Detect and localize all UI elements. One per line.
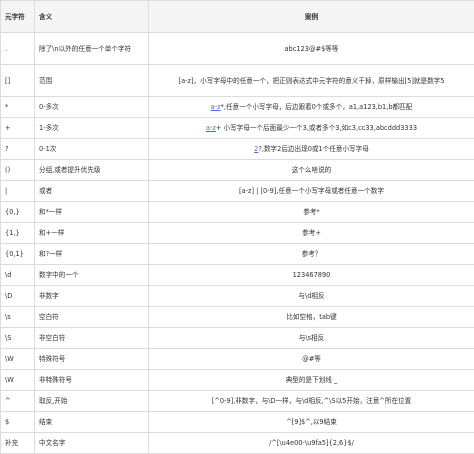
table-row: $结束^[9]$^,以9结束 — [1, 412, 474, 433]
cell-symbol: ^ — [1, 391, 35, 412]
table-row: ^取反,开始[^0-9],非数字，与\D一样，与\d相反,^\S以5开始，注意^… — [1, 391, 474, 412]
cell-symbol: \D — [1, 286, 35, 307]
cell-meaning: 取反,开始 — [35, 391, 149, 412]
cell-meaning: 和?一样 — [35, 244, 149, 265]
table-row: \S非空白符与\s相反 — [1, 328, 474, 349]
cell-symbol: 补充 — [1, 433, 35, 454]
table-row: \s空白符比如空格，tab键 — [1, 307, 474, 328]
table-row: |或者[a-z] | [0-9],任意一个小写字母或者任意一个数字 — [1, 181, 474, 202]
cell-meaning: 范围 — [35, 65, 149, 97]
table-row: \W特殊符号@#等 — [1, 349, 474, 370]
cell-example: [a-z] | [0-9],任意一个小写字母或者任意一个数字 — [149, 181, 474, 202]
cell-meaning: 0-1次 — [35, 139, 149, 160]
cell-meaning: 非数字 — [35, 286, 149, 307]
table-row: 补充中文名字/^[\u4e00-\u9fa5]{2,6}$/ — [1, 433, 474, 454]
example-highlight: a-z — [211, 103, 221, 111]
table-row: ?0-1次2?,数字2后边出现0或1个任意小写字母 — [1, 139, 474, 160]
cell-meaning: 1-多次 — [35, 118, 149, 139]
cell-symbol: \s — [1, 307, 35, 328]
cell-symbol: | — [1, 181, 35, 202]
cell-example: a-z*,任意一个小写字母，后边跟着0个或多个，a1,a123,b1,b都匹配 — [149, 97, 474, 118]
header-row: 元字符 含义 案例 — [1, 1, 474, 33]
cell-meaning: 非空白符 — [35, 328, 149, 349]
table-row: ()分组,或者提升优先级这个么啥说的 — [1, 160, 474, 181]
cell-example: abc123@#$等等 — [149, 33, 474, 65]
cell-example: 与\d相反 — [149, 286, 474, 307]
cell-symbol: {0,} — [1, 202, 35, 223]
cell-meaning: 分组,或者提升优先级 — [35, 160, 149, 181]
cell-meaning: 中文名字 — [35, 433, 149, 454]
cell-symbol: . — [1, 33, 35, 65]
cell-example: a-z+ 小写字母一个后面最少一个3,或者多个3,如c3,cc33,abcddd… — [149, 118, 474, 139]
example-highlight: 2 — [254, 145, 258, 153]
cell-symbol: * — [1, 97, 35, 118]
cell-meaning: 数字中的一个 — [35, 265, 149, 286]
cell-meaning: 除了\n以外的任意一个单个字符 — [35, 33, 149, 65]
cell-example: 这个么啥说的 — [149, 160, 474, 181]
cell-meaning: 空白符 — [35, 307, 149, 328]
header-example: 案例 — [149, 1, 474, 33]
cell-meaning: 和*一样 — [35, 202, 149, 223]
table-row: {0,}和*一样参考* — [1, 202, 474, 223]
cell-example: 典型的是下划线 _ — [149, 370, 474, 391]
cell-example: 与\s相反 — [149, 328, 474, 349]
cell-meaning: 和+一样 — [35, 223, 149, 244]
cell-meaning: 特殊符号 — [35, 349, 149, 370]
cell-symbol: [] — [1, 65, 35, 97]
table-row: *0-多次a-z*,任意一个小写字母，后边跟着0个或多个，a1,a123,b1,… — [1, 97, 474, 118]
cell-example: 123467890 — [149, 265, 474, 286]
table-row: {0,1}和?一样参考？ — [1, 244, 474, 265]
cell-symbol: \d — [1, 265, 35, 286]
cell-example: [^0-9],非数字，与\D一样，与\d相反,^\S以5开始，注意^所在位置 — [149, 391, 474, 412]
table-row: \d数字中的一个123467890 — [1, 265, 474, 286]
table-row: +1-多次a-z+ 小写字母一个后面最少一个3,或者多个3,如c3,cc33,a… — [1, 118, 474, 139]
cell-symbol: $ — [1, 412, 35, 433]
cell-symbol: \W — [1, 349, 35, 370]
cell-example: 比如空格，tab键 — [149, 307, 474, 328]
cell-example: 2?,数字2后边出现0或1个任意小写字母 — [149, 139, 474, 160]
cell-example: [a-z]，小写字母中的任意一个，把正则表达式中元字符的意义干掉，原样输出[5]… — [149, 65, 474, 97]
cell-symbol: \W — [1, 370, 35, 391]
cell-symbol: () — [1, 160, 35, 181]
cell-meaning: 或者 — [35, 181, 149, 202]
cell-meaning: 非特殊符号 — [35, 370, 149, 391]
cell-example: @#等 — [149, 349, 474, 370]
cell-example: ^[9]$^,以9结束 — [149, 412, 474, 433]
regex-metachar-table: 元字符 含义 案例 .除了\n以外的任意一个单个字符abc123@#$等等[]范… — [0, 0, 474, 454]
header-symbol: 元字符 — [1, 1, 35, 33]
example-highlight: a-z — [206, 124, 216, 132]
cell-symbol: {1,} — [1, 223, 35, 244]
cell-example: 参考* — [149, 202, 474, 223]
cell-symbol: + — [1, 118, 35, 139]
table-row: {1,}和+一样参考+ — [1, 223, 474, 244]
cell-example: /^[\u4e00-\u9fa5]{2,6}$/ — [149, 433, 474, 454]
table-row: \D非数字与\d相反 — [1, 286, 474, 307]
cell-example: 参考？ — [149, 244, 474, 265]
header-meaning: 含义 — [35, 1, 149, 33]
cell-symbol: {0,1} — [1, 244, 35, 265]
cell-symbol: \S — [1, 328, 35, 349]
cell-symbol: ? — [1, 139, 35, 160]
cell-meaning: 0-多次 — [35, 97, 149, 118]
table-row: .除了\n以外的任意一个单个字符abc123@#$等等 — [1, 33, 474, 65]
table-row: \W非特殊符号典型的是下划线 _ — [1, 370, 474, 391]
cell-example: 参考+ — [149, 223, 474, 244]
table-row: []范围[a-z]，小写字母中的任意一个，把正则表达式中元字符的意义干掉，原样输… — [1, 65, 474, 97]
cell-meaning: 结束 — [35, 412, 149, 433]
